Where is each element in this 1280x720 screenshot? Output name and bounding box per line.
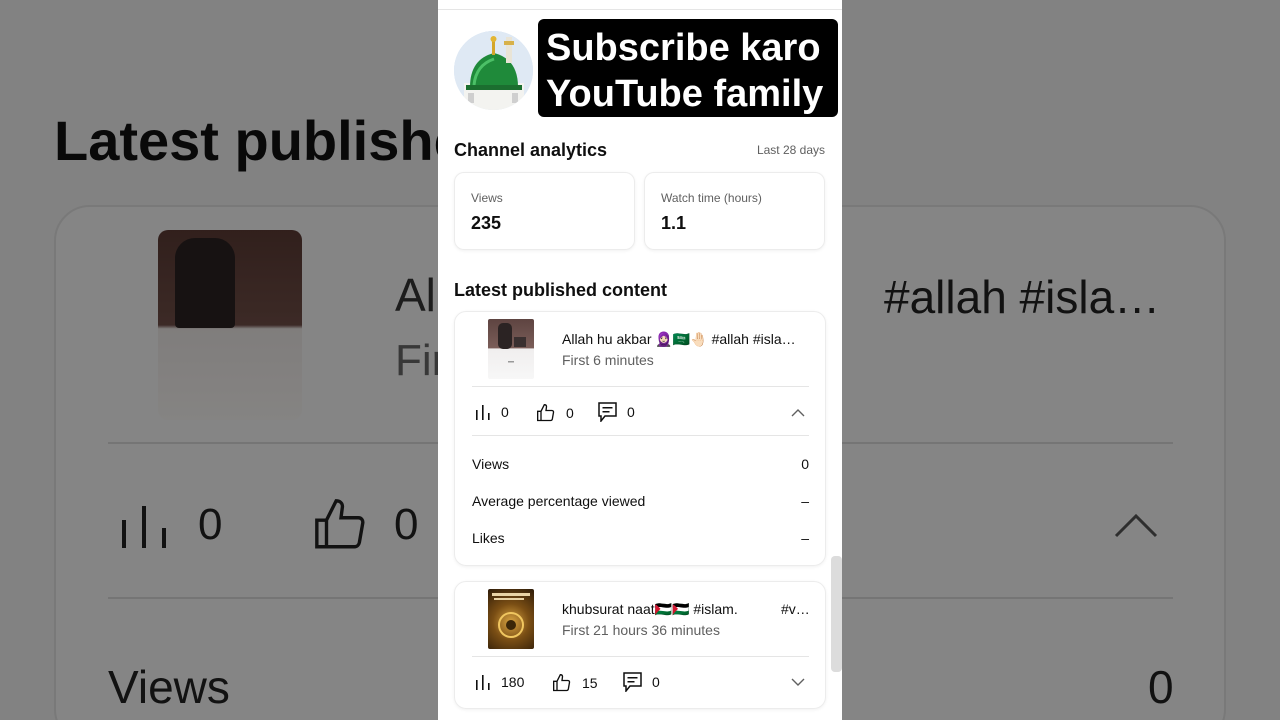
video-2-subtitle: First 21 hours 36 minutes	[562, 622, 720, 638]
detail-row-likes: Likes –	[472, 530, 809, 546]
detail-avg-viewed-value: –	[801, 493, 809, 509]
video-card-1[interactable]: Allah hu akbar 🧕🏻🇸🇦🤚🏻 #allah #isla… Firs…	[454, 311, 826, 566]
top-divider	[438, 9, 842, 10]
views-card-value: 235	[471, 213, 502, 233]
views-bars-icon	[476, 405, 490, 420]
banner-line-1: Subscribe karo	[546, 27, 821, 69]
video-1-title[interactable]: Allah hu akbar 🧕🏻🇸🇦🤚🏻 #allah #isla…	[562, 331, 796, 348]
video-1-views-metric: 0	[475, 404, 509, 420]
watch-time-card[interactable]: Watch time (hours) 1.1	[644, 172, 825, 250]
views-card-label: Views	[471, 191, 503, 205]
video-2-title[interactable]: khubsurat naat🇵🇸🇵🇸 #islam.	[562, 601, 738, 618]
video-1-thumbnail[interactable]	[488, 319, 534, 379]
subscribe-banner: Subscribe karo YouTube family	[538, 19, 838, 117]
video-1-divider-2	[472, 435, 809, 436]
video-2-thumbnail-image	[492, 593, 530, 638]
banner-line-2: YouTube family	[546, 73, 824, 115]
detail-avg-viewed-label: Average percentage viewed	[472, 493, 646, 509]
video-1-comments: 0	[627, 404, 635, 420]
analytics-range: Last 28 days	[756, 143, 825, 157]
detail-views-value: 0	[801, 456, 809, 472]
video-1-subtitle: First 6 minutes	[562, 352, 654, 368]
video-2-thumbnail[interactable]	[488, 589, 534, 649]
dome-avatar-image	[454, 31, 533, 110]
video-1-likes: 0	[566, 405, 574, 421]
video-1-views: 0	[501, 404, 509, 420]
detail-row-avg-viewed: Average percentage viewed –	[472, 493, 809, 509]
comment-icon	[623, 672, 642, 692]
scrollbar[interactable]	[831, 556, 842, 672]
phone-screen: Subscribe karo YouTube family Channel an…	[438, 0, 842, 720]
channel-avatar[interactable]	[454, 31, 533, 110]
detail-likes-value: –	[801, 530, 809, 546]
watch-time-value: 1.1	[661, 213, 687, 233]
video-2-divider	[472, 656, 809, 657]
video-1-comments-metric: 0	[598, 402, 635, 422]
detail-row-views: Views 0	[472, 456, 809, 472]
latest-content-title: Latest published content	[454, 280, 668, 300]
video-1-divider	[472, 386, 809, 387]
video-2-likes-metric: 15	[552, 673, 598, 693]
video-card-2[interactable]: khubsurat naat🇵🇸🇵🇸 #islam. #v… First 21 …	[454, 581, 826, 709]
video-2-views-metric: 180	[475, 674, 524, 690]
detail-likes-label: Likes	[472, 530, 505, 546]
video-1-likes-metric: 0	[536, 403, 574, 423]
chevron-up-icon[interactable]	[791, 408, 805, 417]
video-2-title-end: #v…	[781, 601, 810, 617]
video-1-thumbnail-image	[498, 323, 526, 363]
video-2-comments-metric: 0	[623, 672, 660, 692]
channel-analytics-title: Channel analytics	[454, 140, 608, 160]
video-2-views: 180	[501, 674, 525, 690]
chevron-down-icon[interactable]	[791, 678, 805, 687]
thumbs-up-icon	[537, 403, 555, 422]
views-card[interactable]: Views 235	[454, 172, 635, 250]
views-bars-icon	[476, 675, 490, 690]
video-2-likes: 15	[582, 675, 598, 691]
comment-icon	[598, 402, 617, 422]
video-2-comments: 0	[652, 674, 660, 690]
detail-views-label: Views	[472, 456, 510, 472]
thumbs-up-icon	[553, 673, 571, 692]
watch-time-label: Watch time (hours)	[661, 191, 762, 205]
